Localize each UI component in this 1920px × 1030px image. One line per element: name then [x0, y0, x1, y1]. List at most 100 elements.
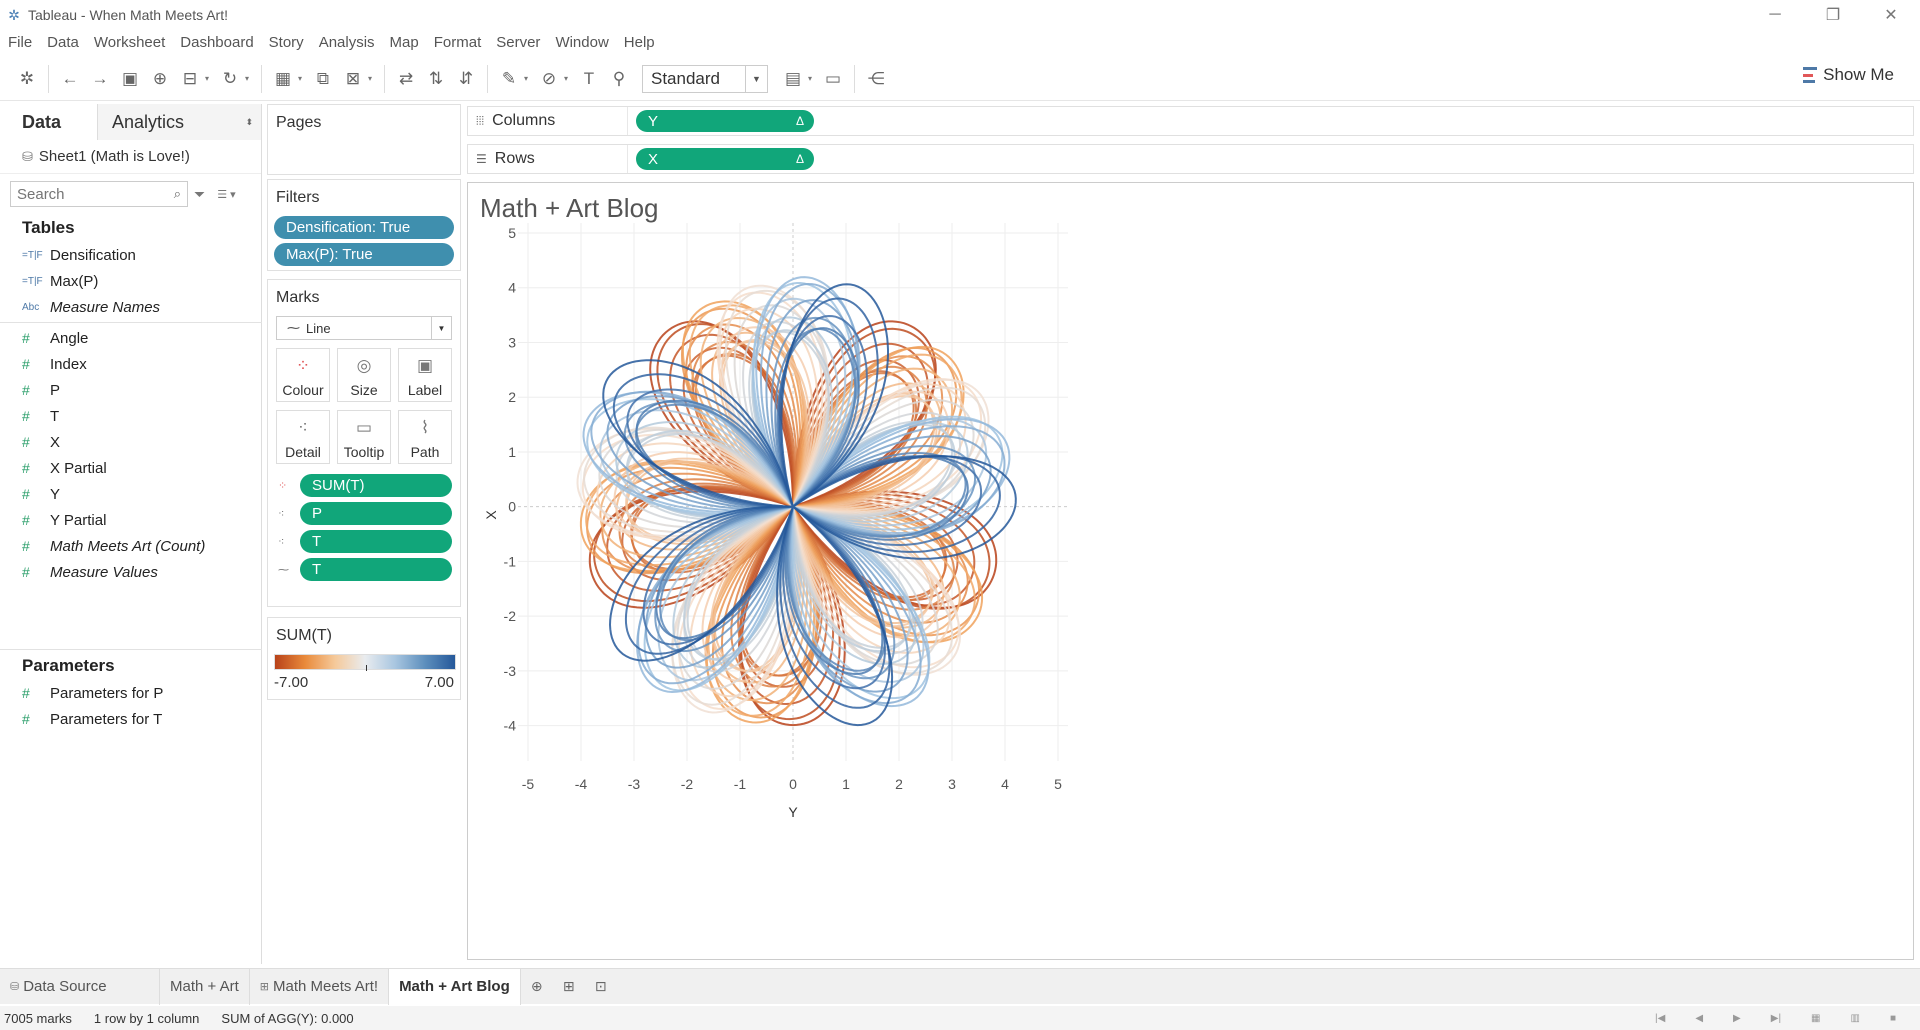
x-tick-label: 3	[948, 776, 956, 792]
rows-shelf[interactable]: ☰ Rows XΔ	[467, 144, 1914, 174]
tab-analytics[interactable]: Analytics ⬍	[98, 104, 261, 140]
field-t[interactable]: # T	[0, 403, 261, 429]
highlight-icon[interactable]: ✎	[494, 64, 524, 94]
rows-pill-x[interactable]: XΔ	[636, 148, 814, 170]
detail-icon: ⁖	[278, 508, 285, 520]
menu-worksheet[interactable]: Worksheet	[94, 34, 165, 51]
nav-next-icon[interactable]: ▶	[1733, 1013, 1741, 1024]
field-y[interactable]: # Y	[0, 481, 261, 507]
number-icon: #	[22, 564, 30, 580]
menu-window[interactable]: Window	[555, 34, 608, 51]
colour-legend[interactable]: SUM(T) -7.00 7.00	[267, 617, 461, 700]
size-button[interactable]: ◎ Size	[337, 348, 391, 402]
marks-pill-t-path[interactable]: T	[300, 558, 452, 581]
columns-shelf[interactable]: ⦙⦙⦙ Columns YΔ	[467, 106, 1914, 136]
new-dashboard-icon[interactable]: ⊞	[553, 969, 585, 1005]
menu-format[interactable]: Format	[434, 34, 482, 51]
datasource-item[interactable]: ⛁ Sheet1 (Math is Love!)	[0, 140, 261, 174]
sheet-tab-math-art-blog[interactable]: Math + Art Blog	[389, 968, 521, 1005]
field-count[interactable]: # Math Meets Art (Count)	[0, 533, 261, 559]
new-worksheet-icon[interactable]: ⊕	[521, 969, 553, 1005]
number-icon: #	[22, 460, 30, 476]
nav-first-icon[interactable]: |◀	[1655, 1013, 1665, 1024]
pause-updates-icon[interactable]: ⊟	[175, 64, 205, 94]
tabs-icon[interactable]: ■	[1890, 1013, 1896, 1024]
field-measure-values[interactable]: # Measure Values	[0, 559, 261, 585]
refresh-icon[interactable]: ↻	[215, 64, 245, 94]
field-angle[interactable]: # Angle	[0, 325, 261, 351]
menu-data[interactable]: Data	[47, 34, 79, 51]
chart-svg[interactable]: -5 -4 -3 -2 -1 0 1 2 3 4 5 5 4 3 2 1 0 -1 -2 -3 -4 Y X	[468, 183, 1915, 961]
menu-dashboard[interactable]: Dashboard	[180, 34, 253, 51]
mark-type-select[interactable]: ⁓ Line ▼	[276, 316, 452, 340]
search-field[interactable]: ⌕	[10, 181, 188, 207]
search-input[interactable]	[11, 185, 161, 203]
menu-server[interactable]: Server	[496, 34, 540, 51]
menu-story[interactable]: Story	[269, 34, 304, 51]
filter-pill-densification[interactable]: Densification: True	[274, 216, 454, 239]
sort-ascending-icon[interactable]: ⇅	[421, 64, 451, 94]
filters-card[interactable]: Filters Densification: True Max(P): True	[267, 179, 461, 271]
share-icon[interactable]: ⋲	[861, 64, 891, 94]
nav-last-icon[interactable]: ▶|	[1771, 1013, 1781, 1024]
pages-card[interactable]: Pages	[267, 104, 461, 175]
sheet-tab-math-art[interactable]: Math + Art	[160, 968, 250, 1005]
save-icon[interactable]: ▣	[115, 64, 145, 94]
field-measure-names[interactable]: Abc Measure Names	[0, 294, 261, 320]
field-index[interactable]: # Index	[0, 351, 261, 377]
field-densification[interactable]: =T|F Densification	[0, 242, 261, 268]
tab-data[interactable]: Data	[0, 104, 98, 140]
view-options-icon[interactable]: ☰ ▾	[217, 188, 235, 201]
marks-pill-p[interactable]: P	[300, 502, 452, 525]
field-p[interactable]: # P	[0, 377, 261, 403]
filter-pill-maxp[interactable]: Max(P): True	[274, 243, 454, 266]
menu-help[interactable]: Help	[624, 34, 655, 51]
sheet-tab-math-meets-art[interactable]: ⊞ Math Meets Art!	[250, 968, 390, 1005]
filmstrip-icon[interactable]: ▥	[1851, 1013, 1860, 1024]
menu-file[interactable]: File	[8, 34, 32, 51]
close-icon[interactable]: ✕	[1862, 0, 1920, 30]
label-button[interactable]: ▣ Label	[398, 348, 452, 402]
tableau-start-icon[interactable]: ✲	[12, 64, 42, 94]
menu-analysis[interactable]: Analysis	[319, 34, 375, 51]
swap-icon[interactable]: ⇄	[391, 64, 421, 94]
field-x[interactable]: # X	[0, 429, 261, 455]
undo-icon[interactable]: ←	[55, 64, 85, 94]
pin-icon[interactable]: ⚲	[604, 64, 634, 94]
detail-button[interactable]: ⁖ Detail	[276, 410, 330, 464]
marks-pill-sum-t[interactable]: SUM(T)	[300, 474, 452, 497]
sort-descending-icon[interactable]: ⇵	[451, 64, 481, 94]
field-x-partial[interactable]: # X Partial	[0, 455, 261, 481]
legend-max: 7.00	[424, 674, 454, 691]
clear-sheet-icon[interactable]: ⊠	[338, 64, 368, 94]
fit-select[interactable]: Standard ▼	[642, 64, 768, 93]
new-story-icon[interactable]: ⊡	[585, 969, 617, 1005]
menu-map[interactable]: Map	[390, 34, 419, 51]
columns-pill-y[interactable]: YΔ	[636, 110, 814, 132]
colour-button[interactable]: ⁘ Colour	[276, 348, 330, 402]
redo-icon[interactable]: →	[85, 64, 115, 94]
marks-pill-t-detail[interactable]: T	[300, 530, 452, 553]
sheet-sorter-icon[interactable]: ▦	[1811, 1013, 1820, 1024]
duplicate-sheet-icon[interactable]: ⧉	[308, 64, 338, 94]
tooltip-button[interactable]: ▭ Tooltip	[337, 410, 391, 464]
new-datasource-icon[interactable]: ⊕	[145, 64, 175, 94]
tab-data-source[interactable]: ⛁ Data Source	[0, 968, 160, 1005]
new-worksheet-icon[interactable]: ▦	[268, 64, 298, 94]
filter-icon[interactable]: ⏷	[194, 186, 205, 203]
path-button[interactable]: ⌇ Path	[398, 410, 452, 464]
field-maxp[interactable]: =T|F Max(P)	[0, 268, 261, 294]
show-me-button[interactable]: Show Me	[1803, 65, 1894, 85]
group-icon[interactable]: ⊘	[534, 64, 564, 94]
label-icon[interactable]: T	[574, 64, 604, 94]
field-y-partial[interactable]: # Y Partial	[0, 507, 261, 533]
param-p[interactable]: # Parameters for P	[0, 680, 261, 706]
restore-icon[interactable]: ❐	[1804, 0, 1862, 30]
param-t[interactable]: # Parameters for T	[0, 706, 261, 732]
show-cards-icon[interactable]: ▤	[778, 64, 808, 94]
nav-prev-icon[interactable]: ◀	[1695, 1013, 1703, 1024]
presentation-icon[interactable]: ▭	[818, 64, 848, 94]
worksheet-view[interactable]: Math + Art Blog -5 -4 -3 -2 -1 0 1 2 3 4 5 5 4 3 2 1 0 -1…	[467, 182, 1914, 960]
menu-bar: File Data Worksheet Dashboard Story Anal…	[0, 30, 1920, 54]
minimize-icon[interactable]: ─	[1746, 0, 1804, 30]
